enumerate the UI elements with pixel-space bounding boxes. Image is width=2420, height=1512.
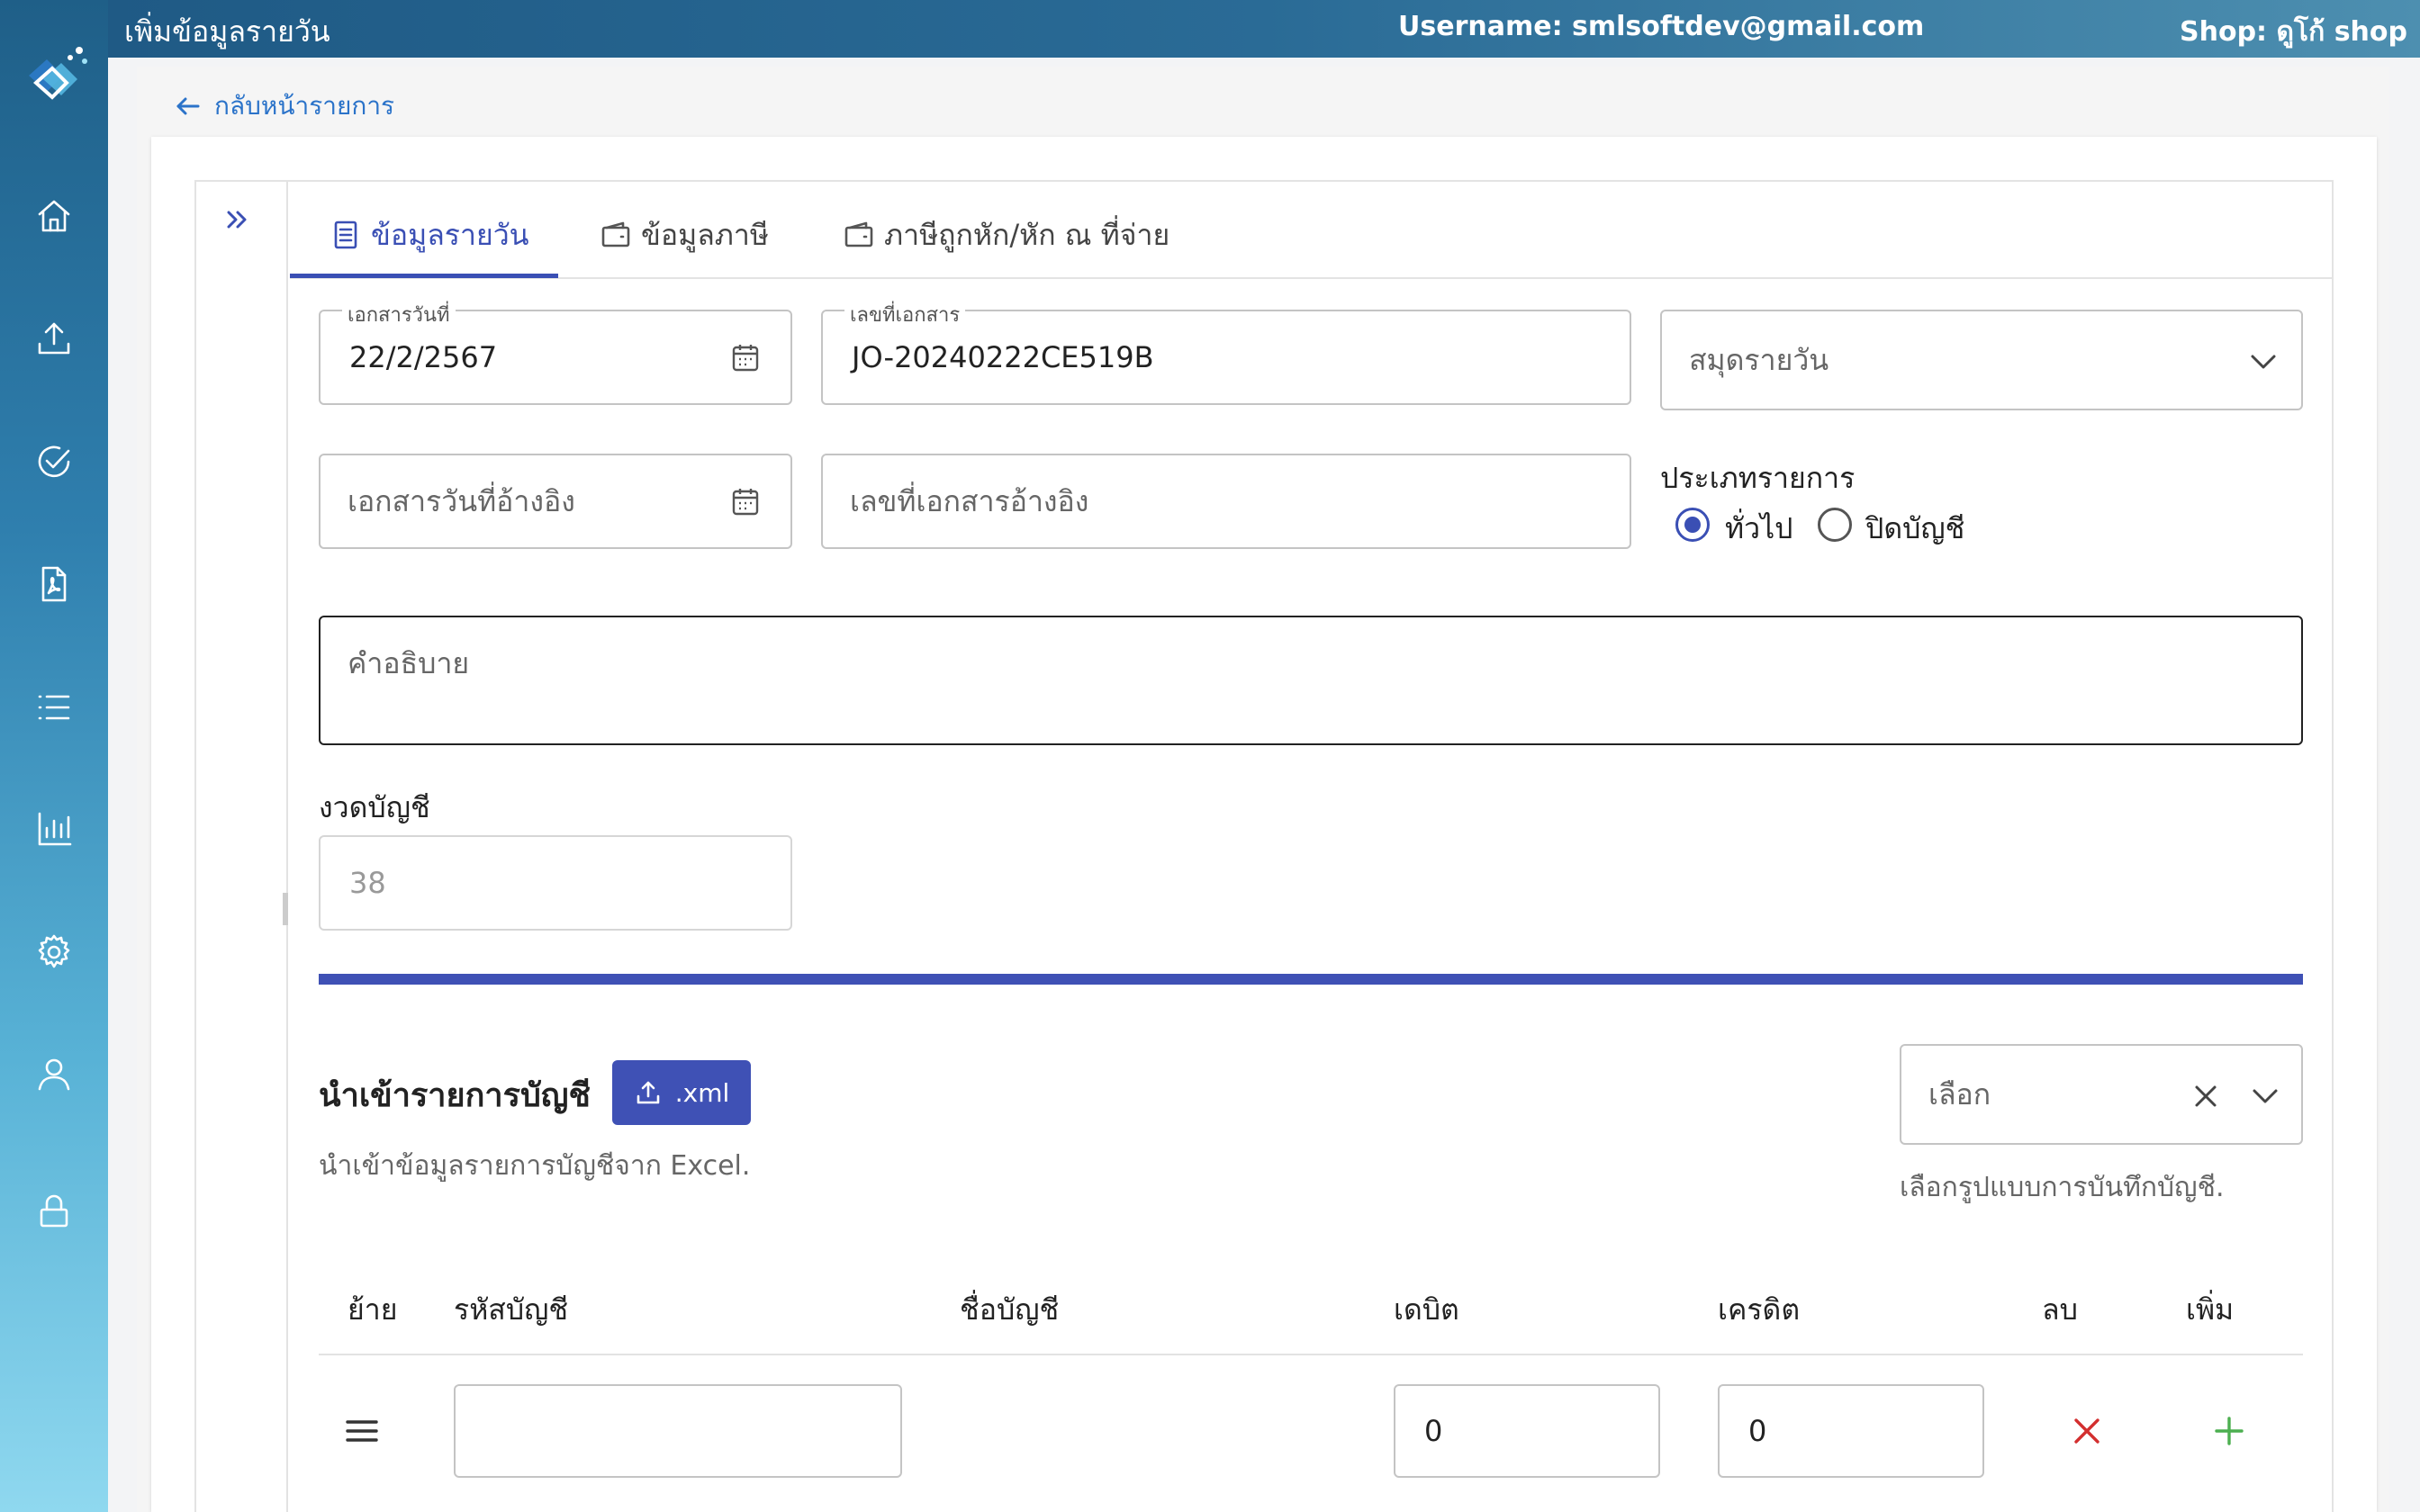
doc-date-value: 22/2/2567 [349, 340, 498, 374]
radio-general[interactable] [1675, 508, 1710, 542]
period-field: 38 [319, 835, 792, 931]
side-panel-strip [194, 180, 288, 1512]
section-divider [319, 974, 2303, 985]
col-header-debit: เดบิต [1394, 1292, 1459, 1327]
format-select[interactable]: เลือก [1900, 1044, 2303, 1145]
double-chevron-right-icon [227, 211, 247, 229]
journal-book-placeholder: สมุดรายวัน [1689, 342, 1829, 377]
wallet-icon [844, 221, 873, 248]
radio-general-label: ทั่วไป [1725, 511, 1793, 545]
shop-label: Shop: ดูโก้ shop [2180, 16, 2407, 48]
format-select-placeholder: เลือก [1928, 1076, 1991, 1112]
top-bar: เพิ่มข้อมูลรายวัน Username: smlsoftdev@g… [108, 0, 2420, 58]
user-icon[interactable] [31, 1051, 77, 1098]
ref-date-placeholder: เอกสารวันที่อ้างอิง [348, 483, 575, 518]
doc-number-field[interactable]: เลขที่เอกสาร JO-20240222CE519B [821, 299, 1631, 405]
description-placeholder: คำอธิบาย [348, 646, 470, 680]
home-icon[interactable] [31, 193, 77, 239]
ref-number-field[interactable]: เลขที่เอกสารอ้างอิง [821, 454, 1631, 549]
back-link-label: กลับหน้ารายการ [214, 91, 395, 121]
tab-bar: ข้อมูลรายวัน ข้อมูลภาษี ภาษีถูกหัก/หัก ณ… [290, 191, 2332, 279]
sidebar [0, 0, 108, 1512]
chevron-down-icon [2249, 1080, 2281, 1116]
plus-icon [2215, 1417, 2244, 1445]
description-field[interactable]: คำอธิบาย [319, 616, 2303, 745]
col-header-account-name: ชื่อบัญชี [960, 1292, 1060, 1327]
period-label: งวดบัญชี [319, 790, 430, 824]
calendar-icon[interactable] [729, 485, 762, 518]
format-select-hint: เลือกรูปแบบการบันทึกบัญชี. [1900, 1172, 2225, 1203]
page-title: เพิ่มข้อมูลรายวัน [124, 14, 330, 49]
period-value: 38 [349, 866, 386, 900]
wallet-icon [601, 221, 630, 248]
username-label: Username: smlsoftdev@gmail.com [1398, 11, 1925, 42]
list-icon[interactable] [31, 684, 77, 731]
tab-withholding-tax[interactable]: ภาษีถูกหัก/หัก ณ ที่จ่าย [843, 191, 1169, 279]
tab-label: ข้อมูลรายวัน [371, 217, 529, 252]
txn-type-label: ประเภทรายการ [1660, 461, 1856, 495]
arrow-left-icon [176, 97, 200, 115]
active-tab-indicator [290, 274, 558, 278]
import-xml-label: .xml [674, 1077, 730, 1108]
col-header-account-code: รหัสบัญชี [454, 1292, 569, 1327]
radio-close-account[interactable] [1818, 508, 1852, 542]
col-header-move: ย้าย [348, 1292, 398, 1327]
calendar-icon[interactable] [729, 341, 762, 374]
debit-value: 0 [1424, 1414, 1443, 1448]
account-code-input[interactable] [454, 1384, 902, 1478]
upload-icon [637, 1081, 660, 1104]
credit-value: 0 [1748, 1414, 1767, 1448]
table-header-divider [319, 1354, 2303, 1355]
tab-tax-info[interactable]: ข้อมูลภาษี [600, 191, 769, 279]
tab-daily-info[interactable]: ข้อมูลรายวัน [330, 191, 529, 279]
drag-handle-icon[interactable] [340, 1409, 384, 1453]
import-xml-button[interactable]: .xml [612, 1060, 751, 1125]
app-logo[interactable] [16, 40, 90, 113]
add-row-button[interactable] [2208, 1409, 2251, 1453]
doc-date-field[interactable]: เอกสารวันที่ 22/2/2567 [319, 299, 792, 405]
ref-date-field[interactable]: เอกสารวันที่อ้างอิง [319, 454, 792, 549]
lock-icon[interactable] [31, 1188, 77, 1235]
tab-label: ข้อมูลภาษี [641, 217, 769, 252]
expand-panel-button[interactable] [221, 203, 257, 239]
check-circle-icon[interactable] [31, 438, 77, 485]
debit-input[interactable]: 0 [1394, 1384, 1660, 1478]
col-header-credit: เครดิต [1718, 1292, 1801, 1327]
clear-icon[interactable] [2190, 1080, 2222, 1116]
import-title: นำเข้ารายการบัญชี [319, 1077, 591, 1114]
radio-close-account-label: ปิดบัญชี [1865, 511, 1965, 545]
chevron-down-icon [2247, 346, 2280, 382]
import-hint: นำเข้าข้อมูลรายการบัญชีจาก Excel. [319, 1150, 751, 1182]
close-icon [2074, 1418, 2099, 1444]
back-link[interactable]: กลับหน้ารายการ [173, 86, 394, 126]
doc-number-value: JO-20240222CE519B [852, 340, 1154, 374]
ref-number-placeholder: เลขที่เอกสารอ้างอิง [850, 483, 1089, 518]
tab-label: ภาษีถูกหัก/หัก ณ ที่จ่าย [884, 217, 1170, 252]
col-header-delete: ลบ [2042, 1292, 2078, 1327]
delete-row-button[interactable] [2065, 1409, 2108, 1453]
document-icon [334, 220, 357, 249]
pdf-file-icon[interactable] [31, 561, 77, 608]
resize-handle[interactable] [283, 893, 288, 925]
credit-input[interactable]: 0 [1718, 1384, 1984, 1478]
gear-icon[interactable] [31, 929, 77, 976]
journal-book-select[interactable]: สมุดรายวัน [1660, 310, 2303, 410]
bar-chart-icon[interactable] [31, 806, 77, 853]
col-header-add: เพิ่ม [2186, 1292, 2235, 1327]
upload-icon[interactable] [31, 315, 77, 362]
